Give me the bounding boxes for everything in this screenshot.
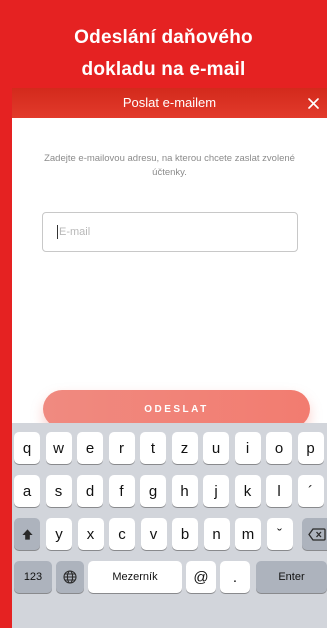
key-a[interactable]: a xyxy=(14,475,40,507)
shift-icon xyxy=(21,528,33,540)
shift-key[interactable] xyxy=(14,518,40,550)
promo-banner: Odeslání daňového dokladu na e-mail xyxy=(0,0,327,88)
key-s[interactable]: s xyxy=(45,475,72,507)
key-x[interactable]: x xyxy=(77,518,104,550)
key-t[interactable]: t xyxy=(140,432,166,464)
phone-screen: Poslat e-mailem Zadejte e-mailovou adres… xyxy=(12,88,327,628)
numbers-key[interactable]: 123 xyxy=(14,561,52,593)
at-key[interactable]: @ xyxy=(186,561,216,593)
key-y[interactable]: y xyxy=(46,518,72,550)
close-icon xyxy=(307,97,319,109)
key-j[interactable]: j xyxy=(203,475,229,507)
key-e[interactable]: e xyxy=(77,432,103,464)
key-u[interactable]: u xyxy=(203,432,229,464)
email-field[interactable] xyxy=(42,212,298,252)
backspace-icon xyxy=(308,527,326,541)
globe-key[interactable] xyxy=(56,561,84,593)
key-h[interactable]: h xyxy=(171,475,198,507)
modal-title: Poslat e-mailem xyxy=(122,95,217,110)
key-p[interactable]: p xyxy=(297,432,324,464)
key-z[interactable]: z xyxy=(171,432,198,464)
key-g[interactable]: g xyxy=(140,475,166,507)
keyboard: q w e r t z u i o p a s d f g h j k l ´ y x c v b n m ˇ 123 Mezerník @… xyxy=(12,423,327,628)
promo-title-line-2: dokladu na e-mail xyxy=(81,59,246,80)
key-m[interactable]: m xyxy=(235,518,261,550)
key-b[interactable]: b xyxy=(172,518,198,550)
email-input[interactable] xyxy=(58,226,279,238)
key-i[interactable]: i xyxy=(234,432,261,464)
key-d[interactable]: d xyxy=(77,475,103,507)
key-c[interactable]: c xyxy=(109,518,135,550)
enter-key[interactable]: Enter xyxy=(256,561,327,593)
globe-icon xyxy=(63,570,77,584)
dot-key[interactable]: . xyxy=(220,561,250,593)
key-r[interactable]: r xyxy=(108,432,135,464)
key-v[interactable]: v xyxy=(140,518,167,550)
key-f[interactable]: f xyxy=(108,475,135,507)
key-n[interactable]: n xyxy=(203,518,230,550)
close-button[interactable] xyxy=(301,88,325,118)
promo-title-line-1: Odeslání daňového xyxy=(74,27,253,48)
promo-title: Odeslání daňového dokladu na e-mail xyxy=(0,22,327,86)
key-caron[interactable]: ˇ xyxy=(266,518,293,550)
key-l[interactable]: l xyxy=(266,475,292,507)
backspace-key[interactable] xyxy=(302,518,327,550)
key-k[interactable]: k xyxy=(234,475,261,507)
key-w[interactable]: w xyxy=(45,432,72,464)
modal-header: Poslat e-mailem xyxy=(12,88,327,118)
key-q[interactable]: q xyxy=(14,432,40,464)
space-key[interactable]: Mezerník xyxy=(88,561,182,593)
key-o[interactable]: o xyxy=(266,432,292,464)
key-acute[interactable]: ´ xyxy=(297,475,324,507)
instructions-text: Zadejte e-mailovou adresu, na kterou chc… xyxy=(44,153,295,178)
